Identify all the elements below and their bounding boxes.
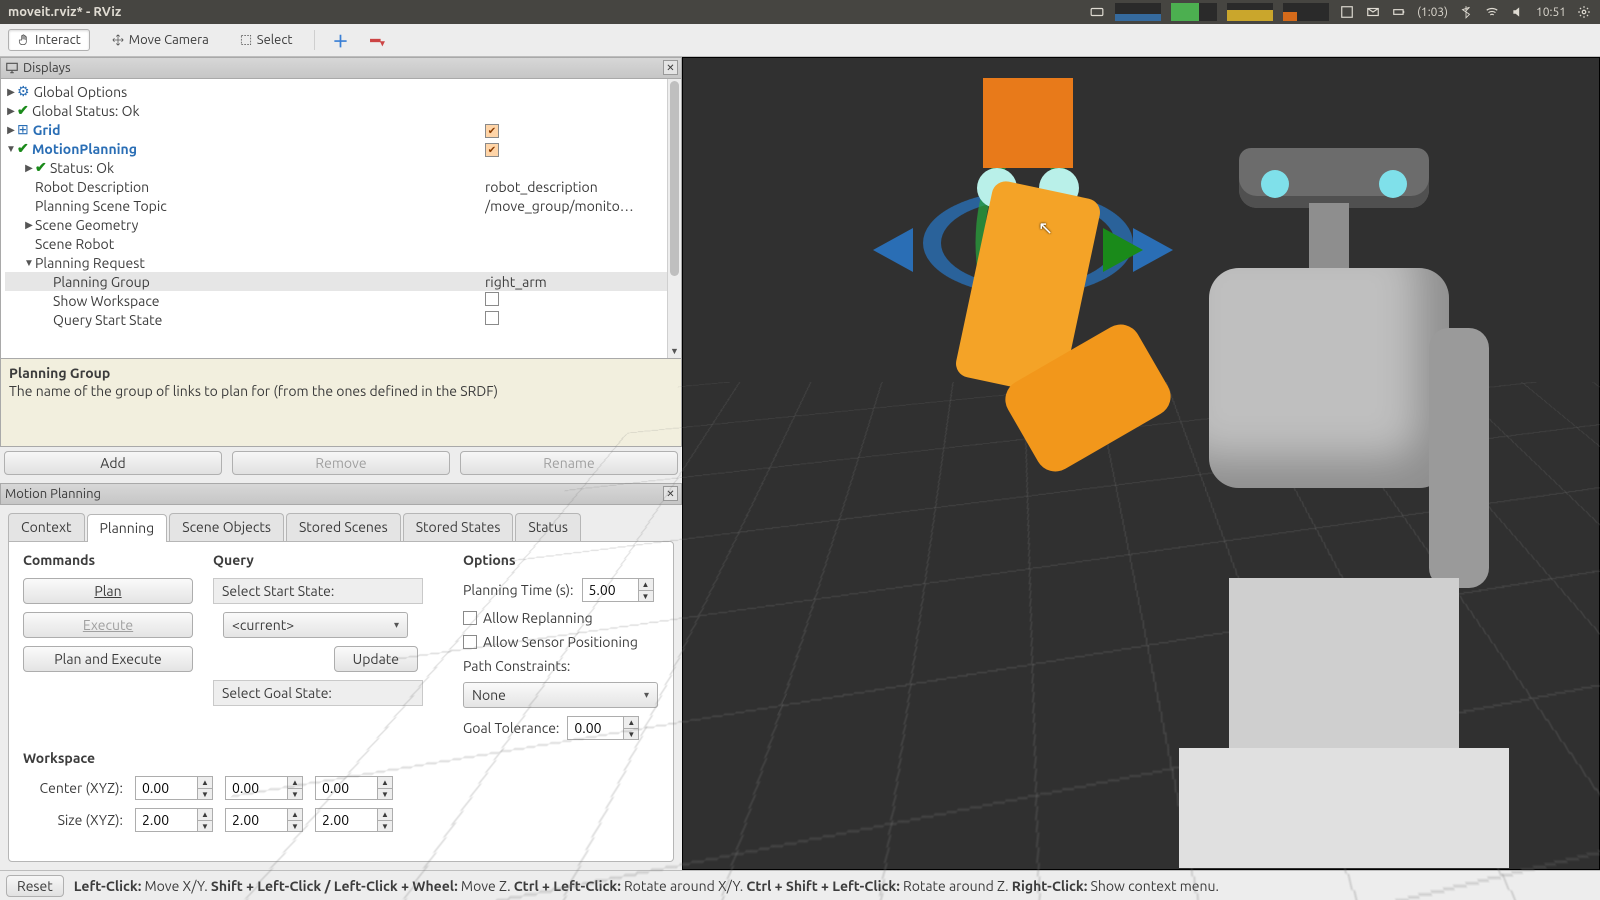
move-icon — [111, 33, 125, 47]
tab-stored-scenes[interactable]: Stored Scenes — [286, 513, 401, 541]
move-camera-tool[interactable]: Move Camera — [102, 29, 218, 51]
select-tool[interactable]: Select — [230, 29, 302, 51]
commands-title: Commands — [23, 552, 193, 568]
net-graph-icon[interactable] — [1283, 3, 1329, 21]
interactive-marker-arrow[interactable] — [873, 228, 913, 272]
disk-graph-icon[interactable] — [1227, 3, 1273, 21]
keyboard-icon[interactable] — [1089, 4, 1105, 20]
robot-goal-pose[interactable]: ↖ — [813, 78, 1193, 598]
battery-time: (1:03) — [1417, 6, 1448, 19]
tree-global-status[interactable]: Global Status: Ok — [32, 103, 140, 119]
tree-planning-scene-topic[interactable]: Planning Scene Topic — [35, 198, 167, 214]
remove-tool-button[interactable]: ━▾ — [367, 31, 389, 50]
tree-status-ok[interactable]: Status: Ok — [50, 160, 114, 176]
tree-planning-group[interactable]: Planning Group — [53, 274, 150, 290]
tree-show-workspace[interactable]: Show Workspace — [53, 293, 160, 309]
tab-scene-objects[interactable]: Scene Objects — [169, 513, 284, 541]
tree-global-options[interactable]: Global Options — [34, 84, 128, 100]
window-title: moveit.rviz* - RViz — [8, 5, 1089, 19]
3d-viewport[interactable]: ↖ — [683, 58, 1599, 869]
tree-planning-request[interactable]: Planning Request — [35, 255, 145, 271]
scroll-thumb[interactable] — [670, 81, 679, 276]
ok-icon: ✔ — [17, 140, 29, 157]
expand-toggle[interactable]: ▶ — [23, 219, 35, 231]
size-x-input[interactable] — [135, 808, 197, 832]
system-menubar: moveit.rviz* - RViz (1:03) 10:51 — [0, 0, 1600, 24]
displays-scrollbar[interactable]: ▲ ▼ — [667, 79, 681, 358]
scroll-down-icon[interactable]: ▼ — [668, 344, 681, 358]
bluetooth-icon[interactable] — [1458, 4, 1474, 20]
grid-icon: ⊞ — [17, 121, 29, 138]
close-icon[interactable]: ✕ — [663, 60, 678, 75]
description-text: The name of the group of links to plan f… — [9, 383, 673, 399]
planning-group-value[interactable]: right_arm — [485, 274, 665, 290]
motionplanning-checkbox[interactable] — [485, 143, 499, 157]
tree-scene-robot[interactable]: Scene Robot — [35, 236, 114, 252]
spin-down-icon[interactable]: ▼ — [197, 788, 213, 800]
center-x-input[interactable] — [135, 776, 197, 800]
cpu-graph-icon[interactable] — [1115, 3, 1161, 21]
clock: 10:51 — [1536, 6, 1566, 19]
query-start-state-checkbox[interactable] — [485, 311, 499, 325]
plan-and-execute-button[interactable]: Plan and Execute — [23, 646, 193, 672]
tab-planning[interactable]: Planning — [87, 514, 168, 542]
spin-up-icon[interactable]: ▲ — [197, 776, 213, 788]
robot-description-value[interactable]: robot_description — [485, 179, 665, 195]
gear-icon[interactable] — [1576, 4, 1592, 20]
add-display-button[interactable]: Add — [4, 451, 222, 475]
tab-stored-states[interactable]: Stored States — [403, 513, 514, 541]
volume-icon[interactable] — [1510, 4, 1526, 20]
mail-icon[interactable] — [1365, 4, 1381, 20]
planning-scene-topic-value[interactable]: /move_group/monito… — [485, 198, 665, 214]
displays-panel-header[interactable]: Displays ✕ — [0, 57, 682, 79]
start-state-combo[interactable]: <current> — [223, 612, 408, 638]
updates-icon[interactable] — [1339, 4, 1355, 20]
expand-toggle[interactable]: ▶ — [5, 86, 17, 98]
wifi-icon[interactable] — [1484, 4, 1500, 20]
monitor-icon — [5, 61, 19, 75]
size-label: Size (XYZ): — [23, 812, 123, 828]
motion-planning-title: Motion Planning — [5, 487, 101, 501]
hand-icon — [17, 33, 31, 47]
ok-icon: ✔ — [35, 159, 47, 176]
interact-tool[interactable]: Interact — [8, 29, 90, 51]
remove-display-button[interactable]: Remove — [232, 451, 450, 475]
expand-toggle[interactable]: ▶ — [5, 124, 17, 136]
tab-context[interactable]: Context — [8, 513, 85, 541]
query-title: Query — [213, 552, 443, 568]
description-title: Planning Group — [9, 365, 673, 381]
execute-button[interactable]: Execute — [23, 612, 193, 638]
expand-toggle[interactable]: ▼ — [23, 257, 35, 269]
expand-toggle[interactable]: ▶ — [5, 105, 17, 117]
options-icon: ⚙ — [17, 83, 30, 100]
tree-scene-geometry[interactable]: Scene Geometry — [35, 217, 138, 233]
center-label: Center (XYZ): — [23, 780, 123, 796]
displays-tree: ▶⚙Global Options ▶✔ Global Status: Ok ▶⊞… — [0, 79, 682, 359]
select-icon — [239, 33, 253, 47]
expand-toggle[interactable]: ▶ — [23, 162, 35, 174]
ok-icon: ✔ — [17, 102, 29, 119]
reset-button[interactable]: Reset — [6, 875, 64, 897]
grid-checkbox[interactable] — [485, 124, 499, 138]
tree-motion-planning[interactable]: MotionPlanning — [32, 141, 137, 157]
toolbar-separator — [314, 30, 315, 50]
tree-robot-description[interactable]: Robot Description — [35, 179, 149, 195]
battery-icon[interactable] — [1391, 4, 1407, 20]
plan-button[interactable]: Plan — [23, 578, 193, 604]
select-start-state-label: Select Start State: — [213, 578, 423, 604]
interactive-marker-arrow[interactable] — [1103, 228, 1143, 272]
property-description: Planning Group The name of the group of … — [0, 359, 682, 447]
tree-query-start-state[interactable]: Query Start State — [53, 312, 162, 328]
add-tool-button[interactable]: ＋ — [327, 28, 355, 52]
system-tray: (1:03) 10:51 — [1089, 3, 1592, 21]
displays-title: Displays — [23, 61, 71, 75]
tree-grid[interactable]: Grid — [33, 122, 61, 138]
rviz-toolbar: Interact Move Camera Select ＋ ━▾ — [0, 24, 1600, 57]
show-workspace-checkbox[interactable] — [485, 292, 499, 306]
cursor-icon: ↖ — [1038, 218, 1053, 239]
expand-toggle[interactable]: ▼ — [5, 143, 17, 155]
memory-graph-icon[interactable] — [1171, 3, 1217, 21]
